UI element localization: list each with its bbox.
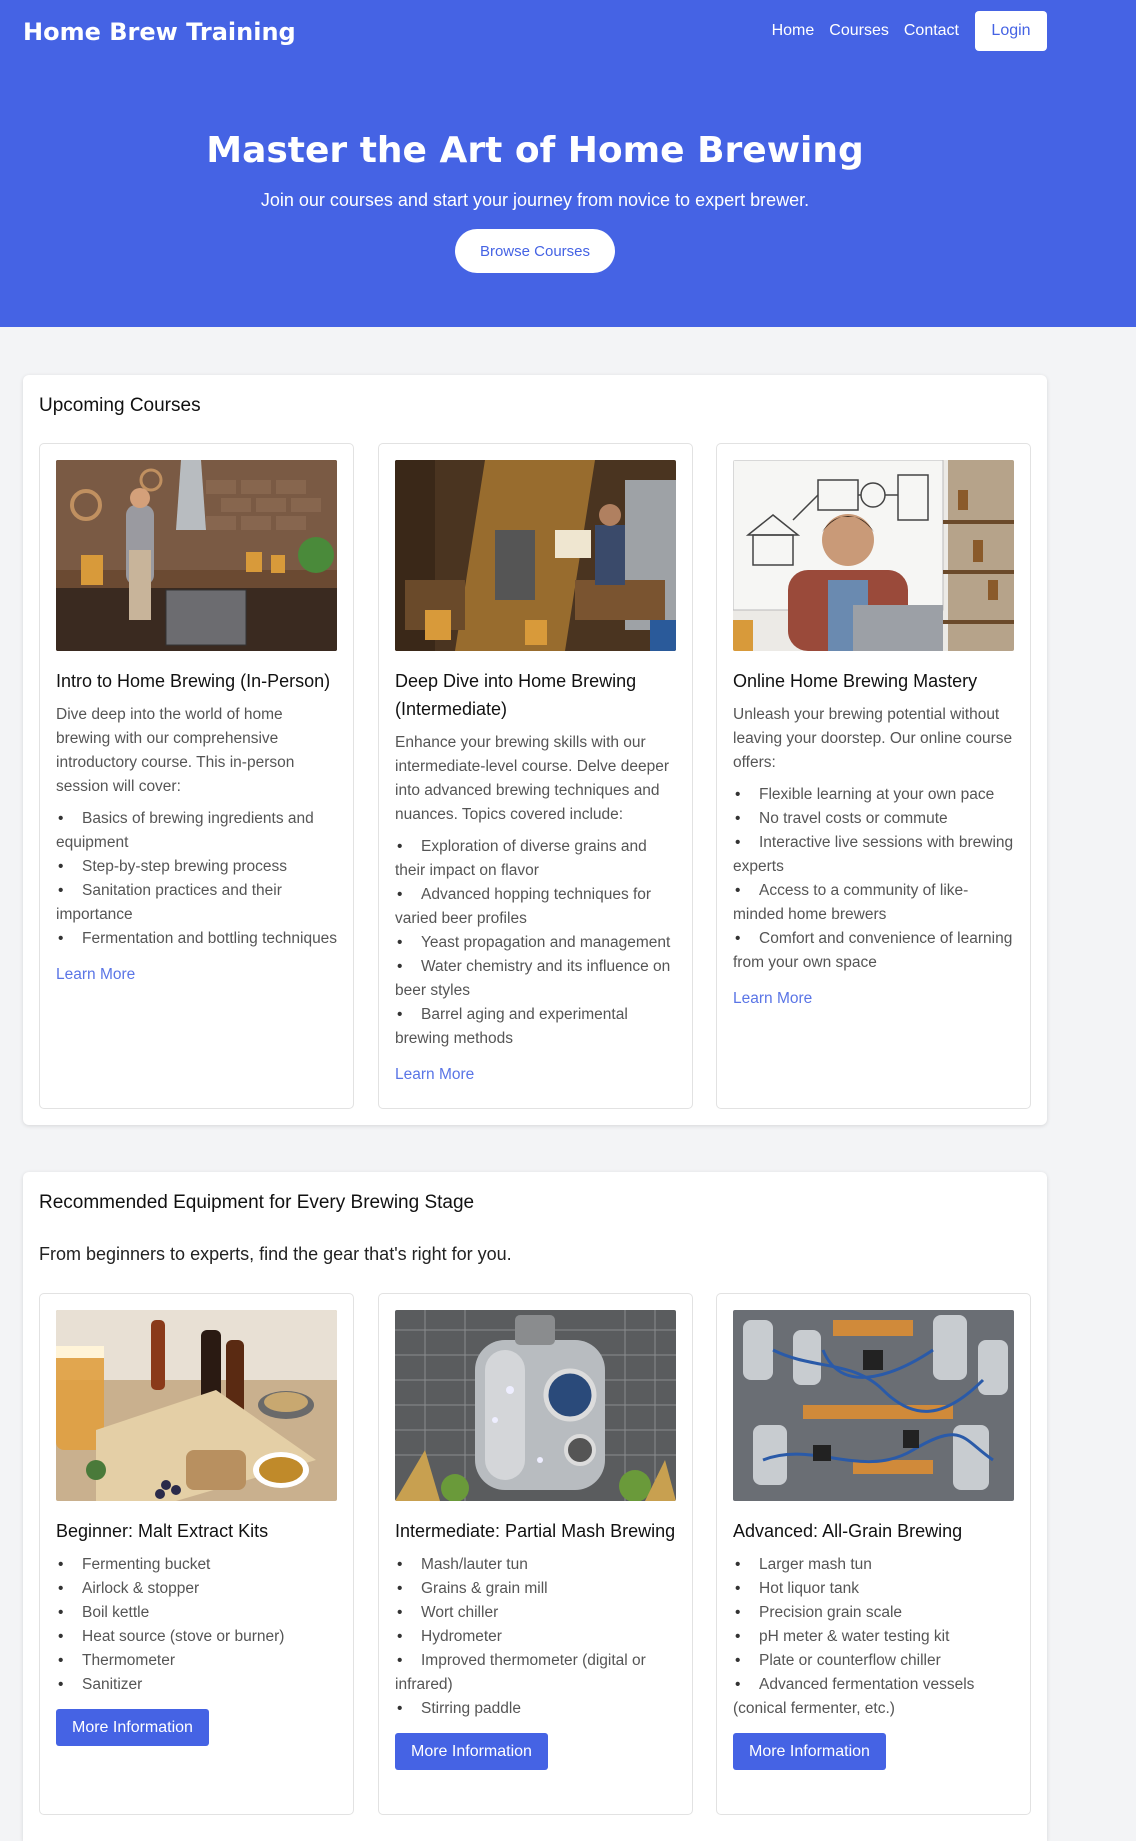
- list-item: Sanitizer: [56, 1673, 340, 1697]
- hero-subtitle: Join our courses and start your journey …: [260, 190, 810, 210]
- course-card: Deep Dive into Home Brewing (Intermediat…: [378, 443, 693, 1109]
- course-title: Intro to Home Brewing (In-Person): [56, 671, 331, 691]
- list-item: Larger mash tun: [733, 1553, 1017, 1577]
- list-item: Flexible learning at your own pace: [733, 783, 1017, 807]
- list-item: Stirring paddle: [395, 1697, 679, 1721]
- more-information-button[interactable]: More Information: [395, 1733, 548, 1770]
- list-item: Hot liquor tank: [733, 1577, 1017, 1601]
- more-information-button[interactable]: More Information: [733, 1733, 886, 1770]
- course-card-body: Intro to Home Brewing (In-Person) Dive d…: [56, 667, 340, 987]
- learn-more-link[interactable]: Learn More: [733, 987, 1017, 1011]
- list-item: Access to a community of like-minded hom…: [733, 879, 1017, 927]
- equipment-list: Fermenting bucket Airlock & stopper Boil…: [56, 1553, 340, 1697]
- equipment-image-intermediate: [395, 1310, 676, 1501]
- course-image-intermediate: [395, 460, 676, 651]
- course-card-body: Online Home Brewing Mastery Unleash your…: [733, 667, 1017, 1011]
- course-topics: Exploration of diverse grains and their …: [395, 835, 679, 1051]
- list-item: Boil kettle: [56, 1601, 340, 1625]
- list-item: Yeast propagation and management: [395, 931, 679, 955]
- list-item: Water chemistry and its influence on bee…: [395, 955, 679, 1003]
- course-description: Enhance your brewing skills with our int…: [395, 734, 669, 823]
- equipment-card-body: Beginner: Malt Extract Kits Fermenting b…: [56, 1517, 340, 1746]
- list-item: Barrel aging and experimental brewing me…: [395, 1003, 679, 1051]
- nav-courses[interactable]: Courses: [829, 22, 889, 40]
- equipment-subtitle: From beginners to experts, find the gear…: [39, 1244, 512, 1264]
- learn-more-link[interactable]: Learn More: [56, 963, 340, 987]
- course-card: Intro to Home Brewing (In-Person) Dive d…: [39, 443, 354, 1109]
- top-nav: Home Courses Contact Login: [757, 11, 1047, 51]
- equipment-card: Beginner: Malt Extract Kits Fermenting b…: [39, 1293, 354, 1815]
- course-description: Unleash your brewing potential without l…: [733, 706, 1013, 771]
- more-information-button[interactable]: More Information: [56, 1709, 209, 1746]
- equipment-card-body: Intermediate: Partial Mash Brewing Mash/…: [395, 1517, 679, 1770]
- equipment-list: Mash/lauter tun Grains & grain mill Wort…: [395, 1553, 679, 1721]
- course-title: Online Home Brewing Mastery: [733, 671, 978, 691]
- list-item: Plate or counterflow chiller: [733, 1649, 1017, 1673]
- equipment-image-beginner: [56, 1310, 337, 1501]
- courses-panel: Upcoming Courses Intro to Home Brewing (…: [23, 375, 1047, 1125]
- list-item: Advanced hopping techniques for varied b…: [395, 883, 679, 931]
- list-item: Fermentation and bottling techniques: [56, 927, 340, 951]
- list-item: Heat source (stove or burner): [56, 1625, 340, 1649]
- equipment-card: Intermediate: Partial Mash Brewing Mash/…: [378, 1293, 693, 1815]
- hero-section: Home Brew Training Home Courses Contact …: [0, 0, 1136, 327]
- list-item: Advanced fermentation vessels (conical f…: [733, 1673, 1017, 1721]
- list-item: Airlock & stopper: [56, 1577, 340, 1601]
- course-card: Online Home Brewing Mastery Unleash your…: [716, 443, 1031, 1109]
- course-card-body: Deep Dive into Home Brewing (Intermediat…: [395, 667, 679, 1087]
- login-button[interactable]: Login: [975, 11, 1047, 51]
- hero-title: Master the Art of Home Brewing: [206, 130, 864, 171]
- course-description: Dive deep into the world of home brewing…: [56, 706, 295, 795]
- course-image-online: [733, 460, 1014, 651]
- equipment-image-advanced: [733, 1310, 1014, 1501]
- list-item: Thermometer: [56, 1649, 340, 1673]
- equipment-list: Larger mash tun Hot liquor tank Precisio…: [733, 1553, 1017, 1721]
- list-item: Fermenting bucket: [56, 1553, 340, 1577]
- course-topics: Flexible learning at your own pace No tr…: [733, 783, 1017, 975]
- list-item: Mash/lauter tun: [395, 1553, 679, 1577]
- equipment-card-body: Advanced: All-Grain Brewing Larger mash …: [733, 1517, 1017, 1770]
- course-topics: Basics of brewing ingredients and equipm…: [56, 807, 340, 951]
- list-item: Hydrometer: [395, 1625, 679, 1649]
- list-item: Wort chiller: [395, 1601, 679, 1625]
- equipment-title: Beginner: Malt Extract Kits: [56, 1521, 269, 1541]
- equipment-title: Intermediate: Partial Mash Brewing: [395, 1521, 676, 1541]
- course-title: Deep Dive into Home Brewing (Intermediat…: [395, 671, 637, 719]
- list-item: pH meter & water testing kit: [733, 1625, 1017, 1649]
- list-item: Improved thermometer (digital or infrare…: [395, 1649, 679, 1697]
- list-item: Basics of brewing ingredients and equipm…: [56, 807, 340, 855]
- brand-logo[interactable]: Home Brew Training: [23, 18, 296, 46]
- courses-heading: Upcoming Courses: [39, 395, 201, 416]
- list-item: Step-by-step brewing process: [56, 855, 340, 879]
- browse-courses-button[interactable]: Browse Courses: [455, 229, 615, 273]
- list-item: Precision grain scale: [733, 1601, 1017, 1625]
- nav-contact[interactable]: Contact: [904, 22, 959, 40]
- list-item: Sanitation practices and their importanc…: [56, 879, 340, 927]
- course-image-in-person: [56, 460, 337, 651]
- equipment-panel: Recommended Equipment for Every Brewing …: [23, 1172, 1047, 1841]
- list-item: Grains & grain mill: [395, 1577, 679, 1601]
- learn-more-link[interactable]: Learn More: [395, 1063, 679, 1087]
- list-item: Interactive live sessions with brewing e…: [733, 831, 1017, 879]
- nav-home[interactable]: Home: [772, 22, 815, 40]
- list-item: Exploration of diverse grains and their …: [395, 835, 679, 883]
- equipment-card: Advanced: All-Grain Brewing Larger mash …: [716, 1293, 1031, 1815]
- equipment-heading: Recommended Equipment for Every Brewing …: [39, 1192, 475, 1213]
- list-item: No travel costs or commute: [733, 807, 1017, 831]
- list-item: Comfort and convenience of learning from…: [733, 927, 1017, 975]
- equipment-title: Advanced: All-Grain Brewing: [733, 1521, 963, 1541]
